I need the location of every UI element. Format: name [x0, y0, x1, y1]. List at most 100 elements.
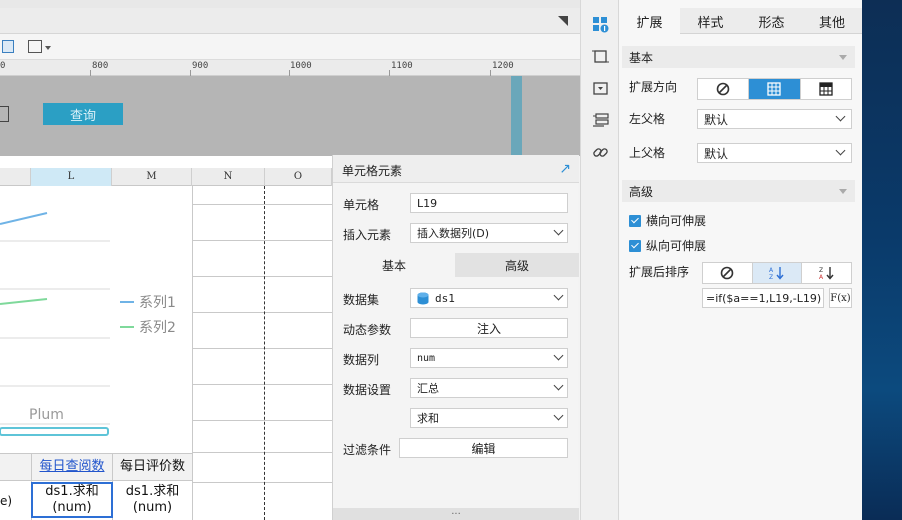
- top-parent-select[interactable]: 默认: [697, 143, 852, 163]
- aggregate-select[interactable]: 求和: [410, 408, 568, 428]
- sort-ascending-option[interactable]: AZ: [752, 263, 803, 283]
- left-parent-value: 默认: [704, 112, 729, 127]
- ruler-label: 1200: [492, 61, 514, 71]
- property-panel: 扩展 样式 形态 其他 基本 扩展方向 左父格 默认 上父格 默认 高级 横向可…: [619, 0, 862, 520]
- insert-element-value: 插入数据列(D): [417, 227, 490, 240]
- horizontal-stretch-checkbox[interactable]: 横向可伸展: [629, 212, 706, 229]
- tab-style[interactable]: 样式: [680, 8, 741, 34]
- filter-label: 过滤条件: [343, 443, 392, 457]
- legend-item-series1: 系列1: [120, 292, 176, 312]
- chevron-down-icon: [553, 350, 564, 361]
- checkbox-checked-icon: [629, 214, 641, 227]
- column-header-n[interactable]: N: [192, 168, 265, 186]
- data-column-value: num: [417, 352, 436, 364]
- filter-edit-button[interactable]: 编辑: [399, 438, 568, 458]
- chevron-down-icon: [835, 145, 846, 156]
- insert-element-label: 插入元素: [343, 228, 392, 242]
- float-element-icon[interactable]: [592, 80, 609, 97]
- column-header-row: L M N O: [0, 168, 332, 186]
- chart-scrollbar: [0, 427, 109, 436]
- vertical-expand-icon: [767, 82, 782, 96]
- ruler-label: 900: [192, 61, 209, 71]
- sort-descending-option[interactable]: ZA: [802, 263, 851, 283]
- horizontal-stretch-label: 横向可伸展: [646, 214, 707, 228]
- insert-element-select[interactable]: 插入数据列(D): [410, 223, 568, 243]
- tab-expand[interactable]: 扩展: [619, 8, 680, 34]
- sort-ascending-icon: AZ: [769, 267, 784, 280]
- chevron-down-icon: [553, 290, 564, 301]
- left-parent-select[interactable]: 默认: [697, 109, 852, 129]
- top-strip: [0, 0, 580, 8]
- section-basic-title: 基本: [629, 50, 654, 65]
- top-parent-value: 默认: [704, 146, 729, 161]
- popup-tabs: 基本 高级: [333, 253, 579, 277]
- svg-text:Z: Z: [819, 267, 823, 274]
- dataset-select[interactable]: ds1: [410, 288, 568, 308]
- data-column-select[interactable]: num: [410, 348, 568, 368]
- border-dropdown-icon[interactable]: [45, 46, 51, 50]
- legend-label: 系列1: [139, 295, 176, 311]
- chevron-down-icon: [553, 225, 564, 236]
- condition-icon[interactable]: [592, 112, 609, 129]
- data-cell-m19[interactable]: ds1.求和(num): [113, 482, 192, 518]
- formula-button[interactable]: F(x): [829, 288, 852, 308]
- popup-resize-grip[interactable]: ...: [333, 507, 579, 520]
- border-icon[interactable]: [28, 40, 42, 53]
- page-break-line: [264, 186, 265, 520]
- grid-line: [192, 240, 332, 241]
- sort-formula-input[interactable]: =if($a==1,L19,-L19): [702, 288, 824, 308]
- cell-input[interactable]: L19: [410, 193, 568, 213]
- column-header-m[interactable]: M: [112, 168, 192, 186]
- cell-attribute-icon[interactable]: [592, 16, 609, 33]
- widget-icon[interactable]: [592, 48, 609, 65]
- collapse-corner-icon[interactable]: [558, 16, 568, 26]
- data-setting-select[interactable]: 汇总: [410, 378, 568, 398]
- tab-basic[interactable]: 基本: [333, 253, 455, 277]
- popup-title: 单元格元素: [342, 164, 403, 178]
- no-sort-option[interactable]: [703, 263, 753, 283]
- tab-other[interactable]: 其他: [802, 8, 862, 34]
- partial-cell[interactable]: e): [0, 482, 31, 520]
- data-column-label: 数据列: [343, 353, 380, 367]
- grid-line: [192, 420, 332, 421]
- vertical-stretch-checkbox[interactable]: 纵向可伸展: [629, 237, 706, 254]
- grid-line: [192, 276, 332, 277]
- header-cell-daily-views[interactable]: 每日查阅数: [32, 454, 112, 480]
- column-header-o[interactable]: O: [265, 168, 332, 186]
- grid-line: [192, 312, 332, 313]
- collapse-caret-icon: [839, 55, 847, 60]
- column-header-l[interactable]: L: [31, 168, 112, 186]
- section-basic[interactable]: 基本: [622, 46, 855, 68]
- left-parent-label: 左父格: [629, 112, 666, 126]
- section-advanced-title: 高级: [629, 184, 654, 199]
- column-header[interactable]: [0, 168, 31, 186]
- ruler-label: 0: [0, 61, 6, 71]
- series1-line: [0, 212, 48, 225]
- desktop-background: [862, 0, 902, 520]
- calendar-icon[interactable]: [0, 106, 9, 122]
- parameter-panel-resize-handle[interactable]: [511, 76, 522, 156]
- hyperlink-icon[interactable]: [592, 144, 609, 161]
- inject-button[interactable]: 注入: [410, 318, 568, 338]
- collapse-caret-icon: [839, 189, 847, 194]
- svg-text:Z: Z: [769, 274, 773, 280]
- expand-arrow-icon[interactable]: ↗: [559, 161, 571, 177]
- section-advanced[interactable]: 高级: [622, 180, 855, 202]
- data-setting-label: 数据设置: [343, 383, 392, 397]
- selected-cell-l19[interactable]: ds1.求和(num): [31, 482, 113, 518]
- ruler-label: 1000: [290, 61, 312, 71]
- top-parent-label: 上父格: [629, 146, 666, 160]
- list-format-icon[interactable]: [2, 40, 14, 53]
- horizontal-expand-icon: [819, 82, 833, 96]
- horizontal-expand-option[interactable]: [801, 79, 851, 99]
- no-expand-option[interactable]: [698, 79, 750, 99]
- horizontal-ruler: 0 800 900 1000 1100 1200: [0, 60, 580, 76]
- report-grid[interactable]: L M N O 系列1 系列2 Plum 每日查阅数 每日评价数 e) ds1.…: [0, 156, 332, 520]
- grid-line: [192, 482, 332, 483]
- header-cell-daily-reviews[interactable]: 每日评价数: [113, 454, 192, 480]
- tab-form[interactable]: 形态: [741, 8, 802, 34]
- vertical-expand-option[interactable]: [749, 79, 801, 99]
- tab-advanced[interactable]: 高级: [455, 253, 579, 277]
- database-icon: [417, 292, 429, 304]
- query-button[interactable]: 查询: [43, 103, 123, 125]
